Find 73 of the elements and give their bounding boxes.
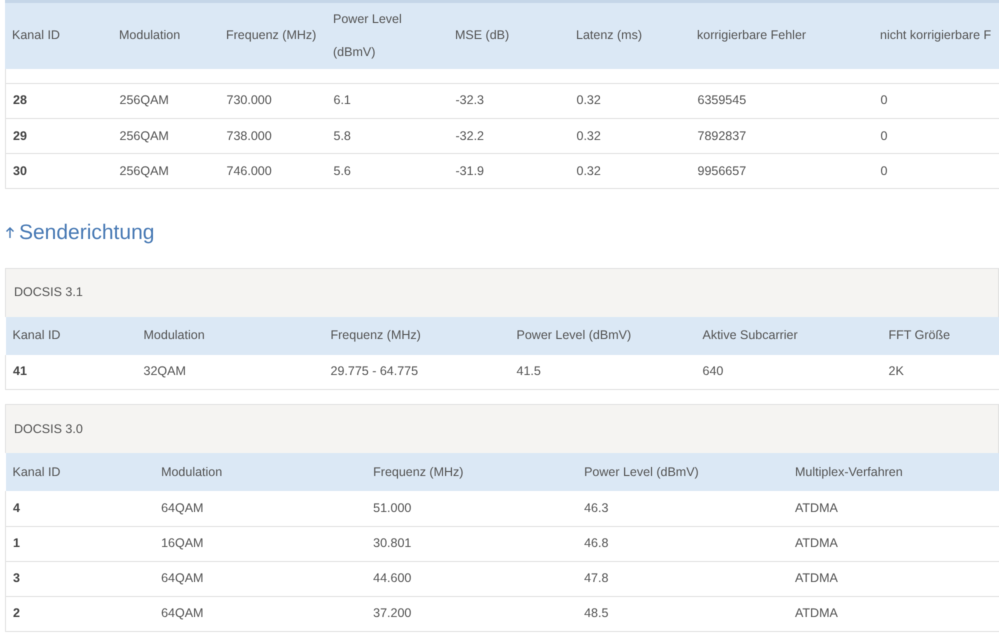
- column-header: Power Level (dBmV): [577, 453, 788, 491]
- table-cell: 32QAM: [136, 354, 324, 390]
- table-cell: 29.775 - 64.775: [324, 354, 510, 390]
- table-cell: 3: [6, 561, 154, 596]
- table-cell: ATDMA: [788, 596, 999, 631]
- up-arrow-icon: [5, 226, 15, 240]
- column-header: Latenz (ms): [569, 2, 690, 68]
- table-cell: 41.5: [510, 354, 696, 390]
- column-header: Frequenz (MHz): [219, 2, 326, 68]
- table-cell: 9956657: [690, 154, 874, 188]
- column-header: Frequenz (MHz): [324, 316, 510, 354]
- column-header: Power Level (dBmV): [510, 316, 696, 354]
- table-cell: 640: [696, 354, 882, 390]
- column-header: Modulation: [154, 453, 366, 491]
- table-cell: 0.32: [570, 84, 690, 118]
- table-cell: 5.8: [326, 118, 448, 154]
- table-cell: 2: [6, 596, 154, 631]
- table-cell: 7892837: [690, 118, 874, 154]
- table-cell: 30.801: [366, 526, 578, 561]
- table-cell: 30: [6, 154, 112, 188]
- table-cell: 16QAM: [154, 526, 366, 561]
- table-cell: 730.000: [220, 84, 326, 118]
- column-header: MSE (dB): [448, 2, 569, 68]
- table-cell: 6.1: [326, 84, 448, 118]
- table-cell: ATDMA: [788, 526, 999, 561]
- table-cell: 28: [6, 84, 112, 118]
- section-heading: Senderichtung: [19, 220, 154, 246]
- group-title: DOCSIS 3.1: [5, 268, 999, 316]
- table-cell: 256QAM: [112, 118, 220, 154]
- table-cell: -31.9: [448, 154, 570, 188]
- table-cell: 6359545: [690, 84, 874, 118]
- table-cell: 2K: [882, 354, 999, 390]
- table-cell: 64QAM: [154, 561, 366, 596]
- column-header: Aktive Subcarrier: [696, 316, 882, 354]
- table-cell: 746.000: [220, 154, 326, 188]
- table-cell: 256QAM: [112, 154, 220, 188]
- table-cell: 37.200: [366, 596, 578, 631]
- table-cell: 29: [6, 118, 112, 154]
- table-cell: 738.000: [220, 118, 326, 154]
- table-cell: 46.3: [577, 491, 788, 526]
- table-cell: 0: [874, 118, 999, 154]
- column-header: Kanal ID: [6, 316, 136, 354]
- table-cell: 51.000: [366, 491, 578, 526]
- column-header: Power Level (dBmV): [326, 2, 448, 68]
- table-cell: 48.5: [577, 596, 788, 631]
- table-cell: -32.2: [448, 118, 570, 154]
- table-cell: 44.600: [366, 561, 578, 596]
- column-header: Frequenz (MHz): [366, 453, 578, 491]
- table-cell: 256QAM: [112, 84, 220, 118]
- table-cell: 0: [874, 84, 999, 118]
- table-cell: ATDMA: [788, 561, 999, 596]
- column-header: nicht korrigierbare F: [873, 2, 999, 68]
- table-cell: 0.32: [570, 154, 690, 188]
- table-cell: 4: [6, 491, 154, 526]
- table-cell: 1: [6, 526, 154, 561]
- table-cell: 0: [874, 154, 999, 188]
- column-header: Modulation: [136, 316, 324, 354]
- column-header: Kanal ID: [6, 453, 154, 491]
- column-header: FFT Größe: [882, 316, 999, 354]
- table-cell: 64QAM: [154, 596, 366, 631]
- table-cell: 64QAM: [154, 491, 366, 526]
- table-cell: 0.32: [570, 118, 690, 154]
- table-cell: -32.3: [448, 84, 570, 118]
- table-cell: 47.8: [577, 561, 788, 596]
- table-cell: 41: [6, 354, 136, 390]
- column-header: korrigierbare Fehler: [690, 2, 873, 68]
- table-cell: 5.6: [326, 154, 448, 188]
- table-cell: 46.8: [577, 526, 788, 561]
- table-cell: ATDMA: [788, 491, 999, 526]
- column-header: Modulation: [112, 2, 219, 68]
- group-title: DOCSIS 3.0: [5, 404, 999, 453]
- column-header: Kanal ID: [5, 2, 112, 68]
- column-header: Multiplex-Verfahren: [788, 453, 999, 491]
